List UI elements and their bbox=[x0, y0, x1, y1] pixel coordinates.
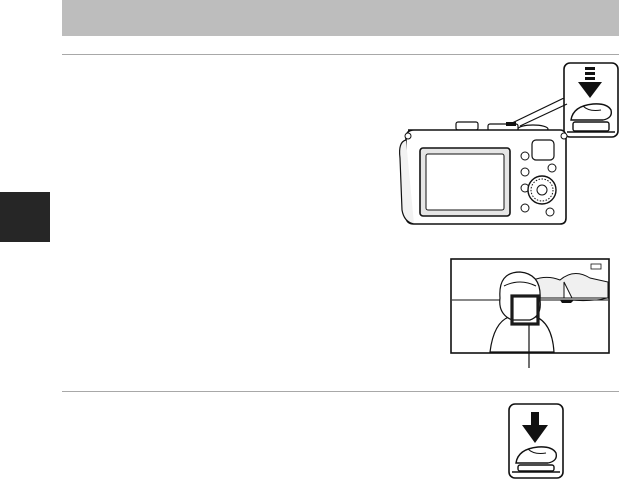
lcd-face-detection-icon bbox=[450, 258, 610, 370]
section-header-bar bbox=[62, 0, 619, 36]
step-divider-middle bbox=[62, 391, 619, 392]
step-divider-top bbox=[62, 54, 619, 55]
shutter-full-press-icon bbox=[508, 403, 564, 479]
chapter-tab-marker bbox=[0, 192, 50, 242]
camera-back-view-icon bbox=[392, 98, 572, 228]
